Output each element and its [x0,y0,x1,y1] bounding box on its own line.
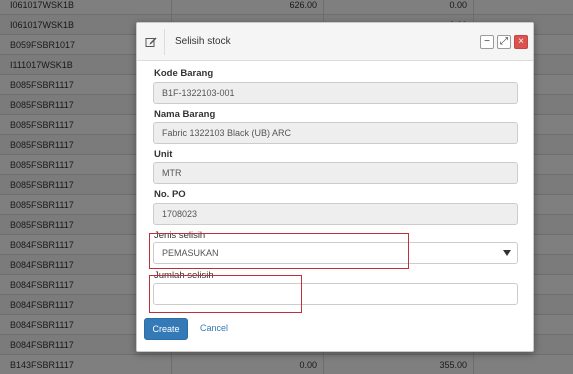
minimize-button[interactable]: − [480,35,494,49]
edit-icon [145,37,157,47]
kode-barang-label: Kode Barang [154,68,214,79]
no-po-field[interactable]: 1708023 [153,203,518,225]
header-divider [164,29,165,55]
cancel-button[interactable]: Cancel [200,323,228,333]
selisih-stock-dialog: Selisih stock − ⤢ × Kode Barang B1F-1322… [136,22,534,352]
kode-barang-field[interactable]: B1F-1322103-001 [153,82,518,104]
unit-label: Unit [154,149,173,160]
nama-barang-field[interactable]: Fabric 1322103 Black (UB) ARC [153,122,518,144]
no-po-label: No. PO [154,189,186,200]
close-button[interactable]: × [514,35,528,49]
dialog-header[interactable]: Selisih stock − ⤢ × [137,23,533,61]
highlight-box-jumlah [149,275,302,313]
highlight-box-jenis [149,233,409,269]
nama-barang-label: Nama Barang [154,109,216,120]
create-button[interactable]: Create [144,318,188,340]
dialog-title: Selisih stock [175,36,231,47]
maximize-button[interactable]: ⤢ [497,35,511,49]
unit-field[interactable]: MTR [153,162,518,184]
chevron-down-icon [503,250,511,256]
